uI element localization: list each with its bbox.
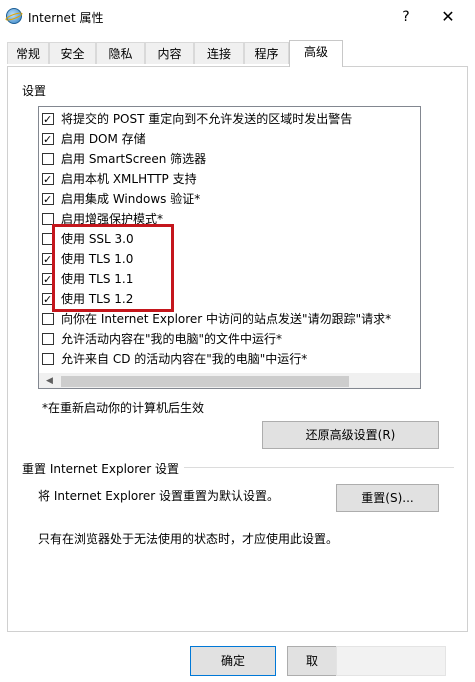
list-item[interactable]: 启用本机 XMLHTTP 支持 [42,169,197,190]
horizontal-scroll-thumb[interactable] [61,376,349,387]
reset-hint: 只有在浏览器处于无法使用的状态时，才应使用此设置。 [38,532,339,546]
restart-note: *在重新启动你的计算机后生效 [42,401,205,415]
option-checkbox[interactable] [42,353,54,365]
option-label: 启用集成 Windows 验证* [61,192,201,206]
reset-button[interactable]: 重置(S)... [336,484,439,512]
list-item[interactable]: 向你在 Internet Explorer 中访问的站点发送"请勿跟踪"请求* [42,309,392,329]
tab-content[interactable]: 内容 [145,42,194,64]
tab-privacy[interactable]: 隐私 [96,42,145,64]
option-checkbox[interactable] [42,190,54,210]
window-title: Internet 属性 [28,11,104,25]
help-button[interactable]: ? [396,7,416,27]
list-item[interactable]: 允许活动内容在"我的电脑"的文件中运行* [42,329,283,349]
option-checkbox[interactable] [42,170,54,190]
tls-highlight-box [52,224,174,312]
option-checkbox[interactable] [42,110,54,130]
list-item[interactable]: 启用集成 Windows 验证* [42,189,201,210]
reset-section-title: 重置 Internet Explorer 设置 [22,462,180,476]
tab-general[interactable]: 常规 [7,42,49,64]
section-divider [184,467,454,468]
tab-advanced[interactable]: 高级 [289,40,343,67]
list-item[interactable]: 允许来自 CD 的活动内容在"我的电脑"中运行* [42,349,308,369]
tab-strip: 常规 安全 隐私 内容 连接 程序 高级 [0,40,475,67]
option-label: 允许来自 CD 的活动内容在"我的电脑"中运行* [61,352,308,366]
option-label: 将提交的 POST 重定向到不允许发送的区域时发出警告 [61,112,353,126]
option-label: 向你在 Internet Explorer 中访问的站点发送"请勿跟踪"请求* [61,312,392,326]
option-label: 启用 SmartScreen 筛选器 [61,152,207,166]
option-checkbox[interactable] [42,333,54,345]
reset-description: 将 Internet Explorer 设置重置为默认设置。 [38,489,280,503]
tab-security[interactable]: 安全 [49,42,96,64]
option-label: 允许活动内容在"我的电脑"的文件中运行* [61,332,283,346]
restore-advanced-settings-button[interactable]: 还原高级设置(R) [262,421,439,449]
tab-connections[interactable]: 连接 [194,42,244,64]
close-button[interactable]: ✕ [436,6,460,28]
option-checkbox[interactable] [42,313,54,325]
internet-globe-icon [6,8,22,24]
option-label: 启用本机 XMLHTTP 支持 [61,172,197,186]
option-label: 启用 DOM 存储 [61,132,146,146]
tab-programs[interactable]: 程序 [244,42,289,64]
list-item[interactable]: 启用 DOM 存储 [42,129,146,150]
settings-group-label: 设置 [22,84,47,98]
apply-button[interactable] [336,646,446,676]
list-item[interactable]: 启用 SmartScreen 筛选器 [42,149,207,169]
option-checkbox[interactable] [42,130,54,150]
list-item[interactable]: 将提交的 POST 重定向到不允许发送的区域时发出警告 [42,109,353,130]
option-checkbox[interactable] [42,153,54,165]
cancel-button[interactable]: 取 [287,646,337,676]
ok-button[interactable]: 确定 [190,646,276,676]
scroll-left-arrow-icon[interactable]: ◀ [41,373,58,388]
